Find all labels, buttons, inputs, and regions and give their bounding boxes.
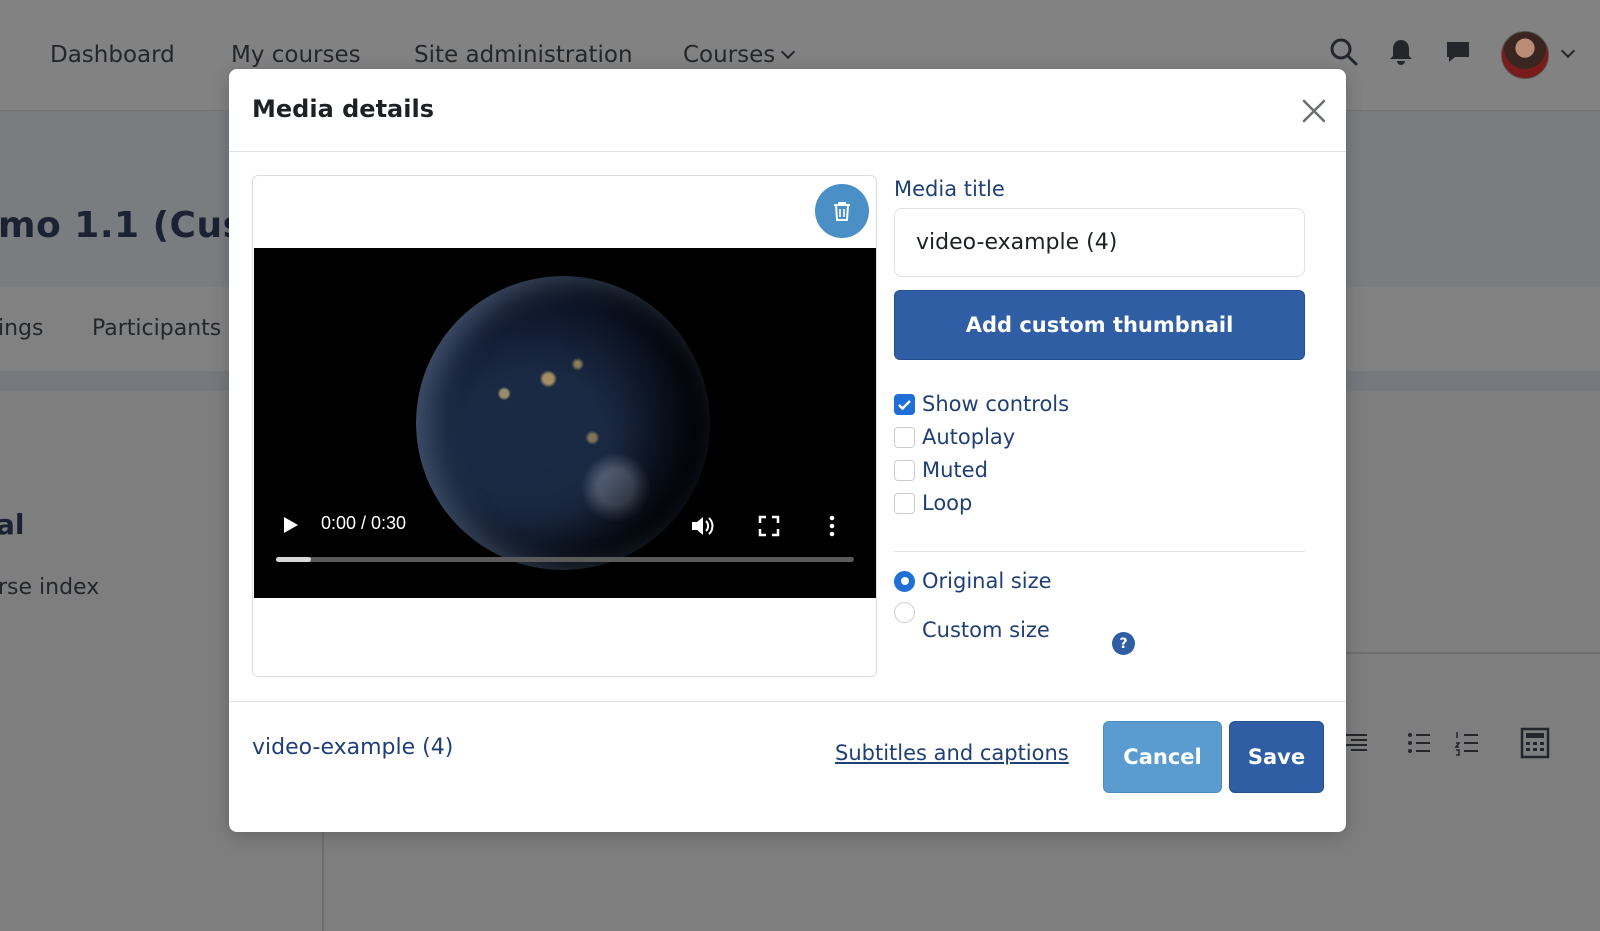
search-icon[interactable] bbox=[1328, 36, 1360, 68]
muted-option[interactable]: Muted bbox=[894, 458, 988, 482]
show-controls-checkbox[interactable] bbox=[894, 393, 915, 415]
loop-label: Loop bbox=[922, 491, 973, 515]
media-file-name: video-example (4) bbox=[252, 735, 454, 760]
muted-checkbox[interactable] bbox=[894, 459, 915, 481]
nav-dashboard[interactable]: Dashboard bbox=[50, 42, 175, 68]
message-icon[interactable] bbox=[1442, 36, 1474, 68]
save-button[interactable]: Save bbox=[1229, 721, 1324, 793]
calculator-icon[interactable] bbox=[1520, 727, 1550, 759]
show-controls-label: Show controls bbox=[922, 392, 1070, 416]
volume-icon[interactable] bbox=[689, 513, 715, 539]
video-progress-bar[interactable] bbox=[276, 557, 854, 562]
video-frame-earth bbox=[416, 276, 710, 570]
modal-header: Media details bbox=[229, 69, 1346, 152]
chevron-down-icon bbox=[781, 44, 796, 60]
delete-media-button[interactable] bbox=[815, 184, 869, 238]
nav-courses[interactable]: Courses bbox=[683, 42, 796, 68]
custom-size-label: Custom size bbox=[922, 618, 1050, 642]
autoplay-checkbox[interactable] bbox=[894, 426, 915, 448]
secondary-nav-participants[interactable]: Participants bbox=[92, 316, 221, 341]
help-icon[interactable]: ? bbox=[1112, 632, 1135, 655]
more-options-icon[interactable] bbox=[822, 513, 842, 539]
bullet-list-icon[interactable] bbox=[1406, 730, 1432, 756]
bell-icon[interactable] bbox=[1385, 36, 1417, 68]
original-size-radio[interactable] bbox=[894, 570, 915, 592]
custom-size-radio[interactable] bbox=[894, 602, 915, 623]
loop-option[interactable]: Loop bbox=[894, 491, 972, 515]
close-icon[interactable] bbox=[1298, 95, 1330, 127]
cancel-button[interactable]: Cancel bbox=[1103, 721, 1222, 793]
nav-site-administration[interactable]: Site administration bbox=[414, 42, 633, 68]
video-progress-fill bbox=[276, 557, 311, 562]
nav-my-courses[interactable]: My courses bbox=[231, 42, 361, 68]
show-controls-option[interactable]: Show controls bbox=[894, 392, 1069, 416]
media-preview-card: 0:00 / 0:30 bbox=[252, 175, 877, 677]
media-title-label: Media title bbox=[894, 177, 1005, 201]
media-details-modal: Media details 0:00 / 0:30 Media title vi… bbox=[229, 69, 1346, 832]
align-icon[interactable] bbox=[1343, 730, 1369, 756]
chevron-down-icon[interactable] bbox=[1560, 43, 1576, 59]
play-icon[interactable] bbox=[280, 515, 300, 535]
section-heading: al bbox=[0, 508, 25, 541]
original-size-label: Original size bbox=[922, 569, 1052, 593]
options-divider bbox=[894, 551, 1305, 552]
add-custom-thumbnail-button[interactable]: Add custom thumbnail bbox=[894, 290, 1305, 360]
course-index-link[interactable]: rse index bbox=[0, 575, 99, 600]
check-icon bbox=[898, 399, 911, 410]
original-size-option[interactable]: Original size bbox=[894, 569, 1052, 593]
modal-title: Media details bbox=[252, 95, 434, 123]
autoplay-label: Autoplay bbox=[922, 425, 1016, 449]
subtitles-and-captions-link[interactable]: Subtitles and captions bbox=[835, 741, 1069, 765]
muted-label: Muted bbox=[922, 458, 988, 482]
fullscreen-icon[interactable] bbox=[758, 515, 780, 537]
media-title-input[interactable] bbox=[894, 208, 1305, 277]
nav-courses-label: Courses bbox=[683, 42, 776, 68]
loop-checkbox[interactable] bbox=[894, 492, 915, 514]
video-player[interactable]: 0:00 / 0:30 bbox=[254, 248, 876, 598]
trash-icon bbox=[834, 202, 850, 221]
video-time: 0:00 / 0:30 bbox=[321, 513, 407, 533]
autoplay-option[interactable]: Autoplay bbox=[894, 425, 1015, 449]
numbered-list-icon[interactable] bbox=[1454, 730, 1480, 756]
secondary-nav-settings[interactable]: ings bbox=[0, 316, 43, 341]
user-avatar[interactable] bbox=[1501, 31, 1549, 79]
